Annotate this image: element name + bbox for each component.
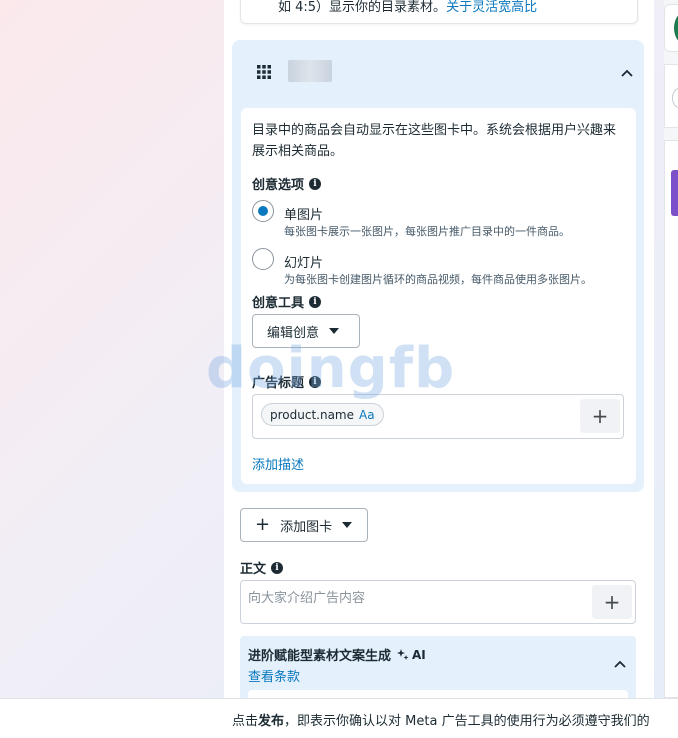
add-description-link[interactable]: 添加描述	[252, 454, 304, 473]
option-slideshow-title: 幻灯片	[284, 256, 324, 271]
info-icon[interactable]: i	[309, 375, 322, 388]
catalog-description: 目录中的商品会自动显示在这些图卡中。系统会根据用户兴趣来展示相关商品。	[252, 123, 617, 159]
footer-publish-word: 发布	[258, 714, 285, 729]
footer-disclaimer: 点击发布，即表示你确认以对 Meta 广告工具的使用行为必须遵守我们的	[232, 710, 650, 729]
footer-suffix: ，即表示你确认以对 Meta 广告工具的使用行为必须遵守我们的	[284, 714, 650, 729]
headline-text: 广告标题	[252, 376, 305, 391]
grid-icon	[248, 58, 280, 86]
preview-card	[664, 140, 678, 698]
option-slideshow-subtitle: 为每张图卡创建图片循环的商品视频，每件商品使用多张图片。	[284, 273, 592, 286]
terms-link[interactable]: 查看条款	[248, 666, 300, 685]
token-name: product.name	[270, 407, 354, 422]
previous-card-label: 如 4:5）显示你的目录素材。	[278, 0, 447, 15]
option-single-image-title: 单图片	[284, 208, 324, 223]
add-primary-text-button[interactable]: +	[592, 585, 632, 619]
ai-section-title-text: 进阶赋能型素材文案生成	[248, 649, 392, 664]
edit-creative-label: 编辑创意	[267, 325, 320, 341]
creative-tools-label: 创意工具 i	[252, 292, 322, 311]
creative-options-text: 创意选项	[252, 178, 305, 193]
plus-icon: +	[603, 590, 621, 614]
chevron-up-icon[interactable]	[613, 657, 627, 671]
plus-icon: +	[255, 514, 271, 535]
plus-icon: +	[591, 404, 609, 428]
previous-card-text: 如 4:5）显示你的目录素材。关于灵活宽高比	[278, 0, 537, 15]
info-icon[interactable]: i	[271, 561, 284, 574]
caret-down-icon	[342, 522, 353, 528]
footer-prefix: 点击	[232, 714, 259, 729]
catalog-name-redacted	[288, 60, 332, 82]
ai-badge: AI	[412, 647, 426, 662]
info-icon[interactable]: i	[309, 295, 322, 308]
info-icon[interactable]: i	[309, 177, 322, 190]
edit-creative-button[interactable]: 编辑创意	[252, 314, 360, 348]
radio-slideshow[interactable]	[252, 248, 274, 270]
token-format-icon: Aa	[359, 407, 375, 422]
flexible-ratio-link[interactable]: 关于灵活宽高比	[446, 0, 537, 15]
preview-accent	[671, 170, 678, 216]
add-card-label: 添加图卡	[280, 519, 333, 535]
headline-token[interactable]: product.name Aa	[261, 403, 384, 426]
headline-label: 广告标题 i	[252, 372, 322, 391]
ai-section-title: 进阶赋能型素材文案生成 AI	[248, 645, 426, 665]
add-card-button[interactable]: + 添加图卡	[240, 508, 368, 542]
primary-text-title: 正文	[240, 562, 267, 577]
sparkle-icon: AI	[397, 648, 426, 662]
radio-single-image[interactable]	[252, 200, 274, 222]
creative-tools-text: 创意工具	[252, 296, 305, 311]
caret-down-icon	[329, 328, 340, 334]
primary-text-placeholder: 向大家介绍广告内容	[248, 591, 366, 606]
add-headline-button[interactable]: +	[580, 399, 620, 433]
chevron-up-icon[interactable]	[620, 66, 634, 80]
option-single-image-subtitle: 每张图卡展示一张图片，每张图片推广目录中的一件商品。	[284, 225, 570, 238]
creative-options-label: 创意选项 i	[252, 174, 322, 193]
primary-text-label: 正文 i	[240, 558, 284, 577]
